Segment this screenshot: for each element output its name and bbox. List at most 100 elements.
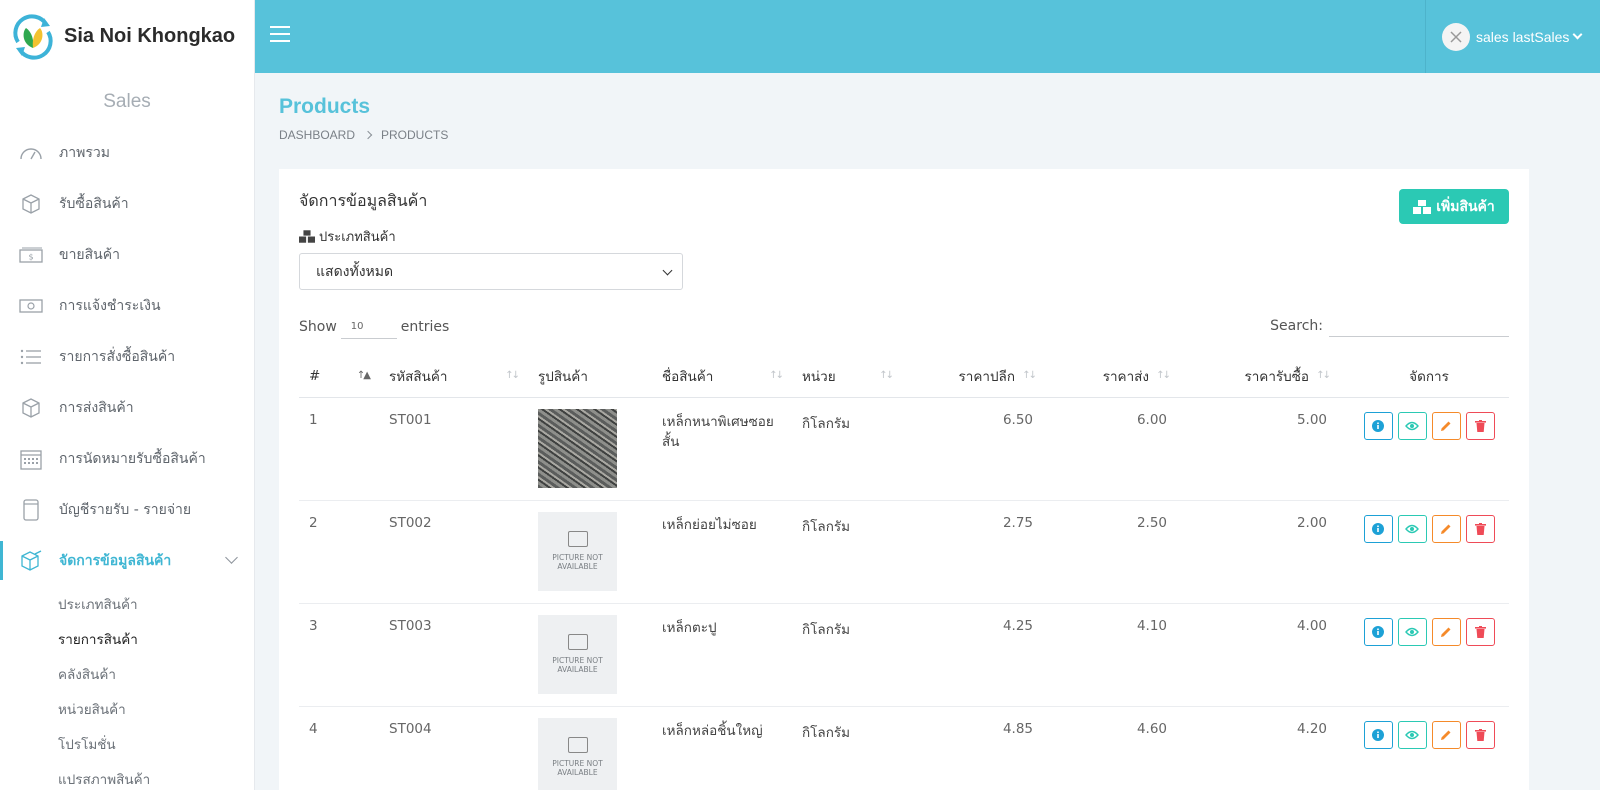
view-button[interactable] [1397,617,1427,646]
col-header-number[interactable]: # ↑▲ [299,356,379,398]
entries-length-control: Show 10 entries [299,315,449,339]
sidebar-item-label: ขายสินค้า [59,246,120,263]
sidebar-item-label: จัดการข้อมูลสินค้า [59,552,172,569]
eye-icon [1405,730,1419,739]
calendar-icon [18,448,44,470]
view-button[interactable] [1397,720,1427,749]
sidebar-section-title: Sales [103,91,151,112]
search-input[interactable] [1329,315,1509,337]
delete-button[interactable] [1465,720,1495,749]
cell-wholesale-price: 4.10 [1045,603,1179,707]
sidebar-item-label: การส่งสินค้า [59,399,134,416]
cell-unit: กิโลกรัม [792,603,902,707]
sidebar-item-orders[interactable]: รายการสั่งซื้อสินค้า [0,331,254,382]
col-header-retail[interactable]: ราคาปลีก ↑↓ [902,356,1045,398]
info-icon [1372,728,1384,741]
cell-code: ST003 [379,603,528,707]
sidebar-item-appointment[interactable]: การนัดหมายรับซื้อสินค้า [0,433,254,484]
chevron-right-icon [363,130,373,140]
filter-label-text: ประเภทสินค้า [319,230,396,245]
search-label: Search: [1270,318,1323,334]
delete-button[interactable] [1465,411,1495,440]
info-button[interactable] [1363,514,1393,543]
table-row: 2 ST002 PICTURE NOT AVAILABLE เหล็กย่อยไ… [299,500,1509,604]
product-type-select[interactable]: แสดงทั้งหมด [299,253,683,290]
sidebar-item-label: รายการสั่งซื้อสินค้า [59,348,176,365]
info-button[interactable] [1363,617,1393,646]
pencil-icon [1441,421,1451,431]
sidebar-item-product-management[interactable]: จัดการข้อมูลสินค้า [0,535,254,586]
no-image-text: PICTURE NOT AVAILABLE [552,656,603,674]
cell-unit: กิโลกรัม [792,397,902,501]
sidebar-subitem-product-list[interactable]: รายการสินค้า [0,621,254,656]
view-button[interactable] [1397,411,1427,440]
sort-icon: ↑↓ [769,370,784,381]
sidebar-item-ledger[interactable]: บัญชีรายรับ - รายจ่าย [0,484,254,535]
sidebar-subitem-units[interactable]: หน่วยสินค้า [0,691,254,726]
sidebar-subitem-product-types[interactable]: ประเภทสินค้า [0,586,254,621]
sidebar-subitem-warehouse[interactable]: คลังสินค้า [0,656,254,691]
products-table: # ↑▲ รหัสสินค้า ↑↓ รูปสินค้า ชื่อสินค้า ↑↓ … [299,356,1509,790]
sidebar-item-shipping[interactable]: การส่งสินค้า [0,382,254,433]
cell-buy-price: 4.20 [1179,706,1339,790]
edit-button[interactable] [1431,720,1461,749]
info-button[interactable] [1363,411,1393,440]
sort-icon: ↑↓ [505,370,520,381]
col-header-code[interactable]: รหัสสินค้า ↑↓ [379,356,528,398]
box-icon [18,397,44,419]
card-title: จัดการข้อมูลสินค้า [299,191,428,210]
delete-button[interactable] [1465,514,1495,543]
chevron-down-icon[interactable] [225,551,238,564]
product-image-placeholder[interactable]: PICTURE NOT AVAILABLE [538,717,617,790]
sidebar-subitem-promotions[interactable]: โปรโมชั่น [0,726,254,761]
list-icon [18,346,44,368]
info-button[interactable] [1363,720,1393,749]
col-header-name[interactable]: ชื่อสินค้า ↑↓ [652,356,792,398]
sidebar-item-overview[interactable]: ภาพรวม [0,127,254,178]
edit-button[interactable] [1431,617,1461,646]
col-header-buy[interactable]: ราคารับซื้อ ↑↓ [1179,356,1339,398]
cell-unit: กิโลกรัม [792,706,902,790]
sidebar-item-purchase[interactable]: รับซื้อสินค้า [0,178,254,229]
banknote-icon [18,295,44,317]
eye-icon [1405,627,1419,636]
cell-name: เหล็กหล่อชิ้นใหญ่ [652,706,792,790]
sidebar: Sia Noi Khongkao Sales ภาพรวม รับซื้อสิน… [0,0,255,790]
sidebar-item-label: บัญชีรายรับ - รายจ่าย [59,501,192,518]
delete-button[interactable] [1465,617,1495,646]
sidebar-item-label: ภาพรวม [59,144,110,161]
ledger-icon [18,498,44,521]
user-menu[interactable]: sales lastSales [1425,0,1600,73]
breadcrumb-dashboard[interactable]: DASHBOARD [279,128,355,142]
breadcrumb-products: PRODUCTS [381,128,449,142]
sidebar-subitem-transform[interactable]: แปรสภาพสินค้า [0,761,254,790]
add-product-button[interactable]: เพิ่มสินค้า [1399,189,1509,224]
edit-button[interactable] [1431,411,1461,440]
cell-unit: กิโลกรัม [792,500,902,604]
menu-toggle-icon[interactable] [270,26,290,44]
col-header-unit[interactable]: หน่วย ↑↓ [792,356,902,398]
edit-button[interactable] [1431,514,1461,543]
sidebar-item-sell[interactable]: $ ขายสินค้า [0,229,254,280]
cell-name: เหล็กหนาพิเศษซอยสั้น [652,397,792,501]
boxes-icon [1413,199,1432,214]
entries-label: entries [400,319,450,335]
pencil-icon [1441,730,1451,740]
product-image-placeholder[interactable]: PICTURE NOT AVAILABLE [538,511,617,591]
avatar [1442,22,1470,51]
topbar: sales lastSales [255,0,1600,73]
add-product-label: เพิ่มสินค้า [1436,198,1495,215]
box-edit-icon [18,549,44,572]
sidebar-item-payment[interactable]: การแจ้งชำระเงิน [0,280,254,331]
col-header-wholesale[interactable]: ราคาส่ง ↑↓ [1045,356,1179,398]
filter-label: ประเภทสินค้า [299,226,396,247]
product-image[interactable] [538,408,617,488]
image-placeholder-icon [567,634,588,650]
product-image-placeholder[interactable]: PICTURE NOT AVAILABLE [538,614,617,694]
sidebar-item-label: การแจ้งชำระเงิน [59,297,161,314]
brand[interactable]: Sia Noi Khongkao [0,0,254,73]
show-label: Show [299,319,337,335]
cell-number: 1 [299,397,379,501]
entries-length-select[interactable]: 10 [340,315,397,339]
view-button[interactable] [1397,514,1427,543]
